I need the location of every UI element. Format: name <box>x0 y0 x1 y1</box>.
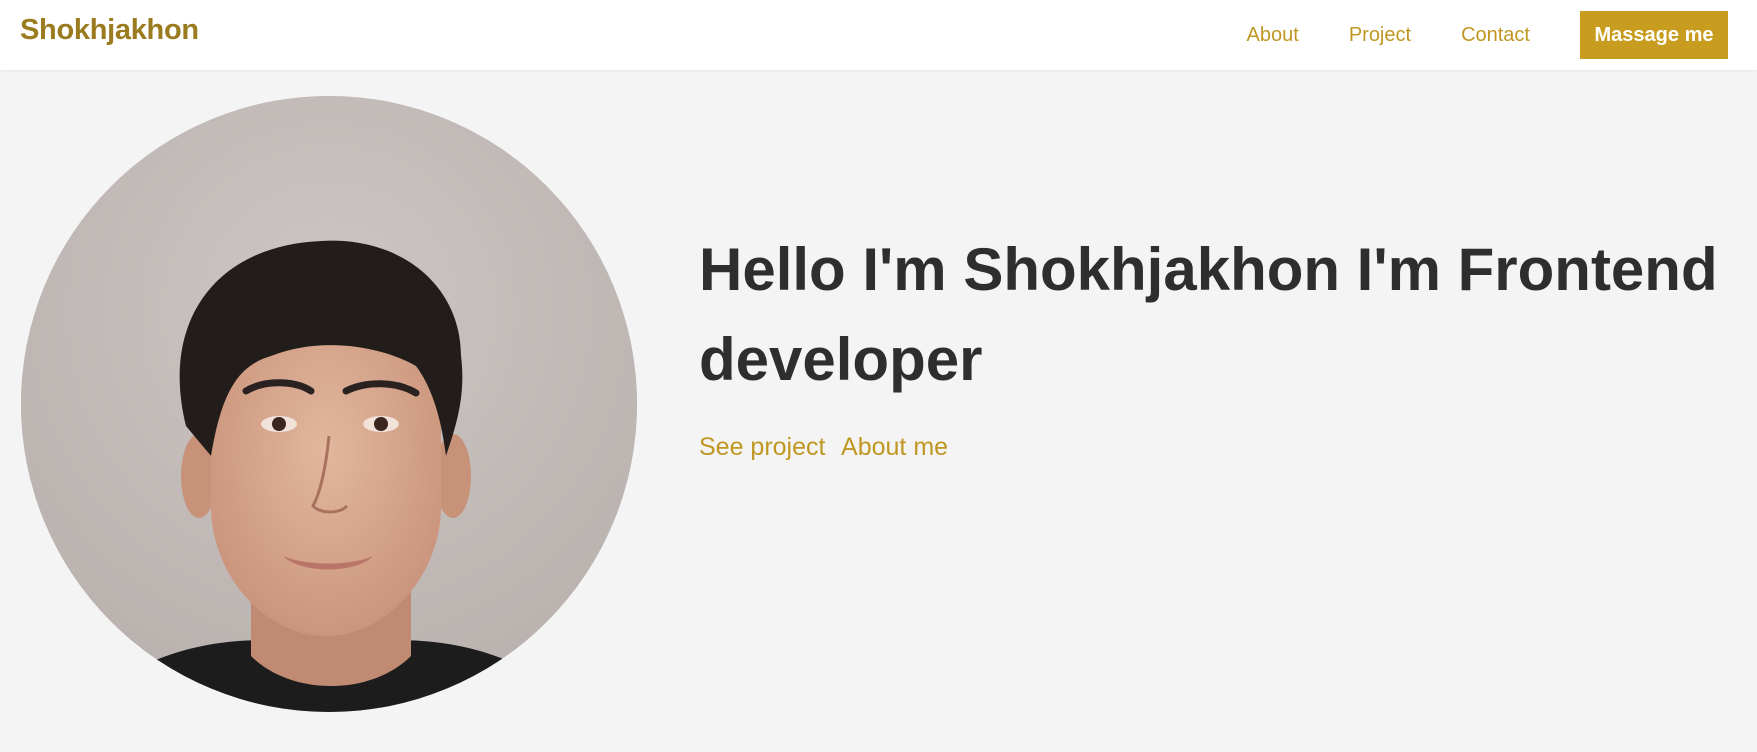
about-me-link[interactable]: About me <box>841 433 948 461</box>
hero-links: See project About me <box>699 433 1719 462</box>
navbar: Shokhjakhon About Project Contact Massag… <box>0 0 1757 70</box>
see-project-link[interactable]: See project <box>699 433 825 461</box>
nav-link-project[interactable]: Project <box>1349 24 1411 47</box>
hero-section: Hello I'm Shokhjakhon I'm Frontend devel… <box>0 70 1757 752</box>
nav-link-about[interactable]: About <box>1247 24 1299 47</box>
nav-links: About Project Contact Massage me <box>1247 0 1757 70</box>
profile-photo-image <box>21 96 637 712</box>
hero-headline: Hello I'm Shokhjakhon I'm Frontend devel… <box>699 236 1718 393</box>
message-me-button[interactable]: Massage me <box>1580 11 1728 59</box>
nav-link-contact[interactable]: Contact <box>1461 24 1530 47</box>
hero-text: Hello I'm Shokhjakhon I'm Frontend devel… <box>699 225 1719 462</box>
site-logo[interactable]: Shokhjakhon <box>20 14 199 47</box>
profile-photo <box>21 96 637 712</box>
